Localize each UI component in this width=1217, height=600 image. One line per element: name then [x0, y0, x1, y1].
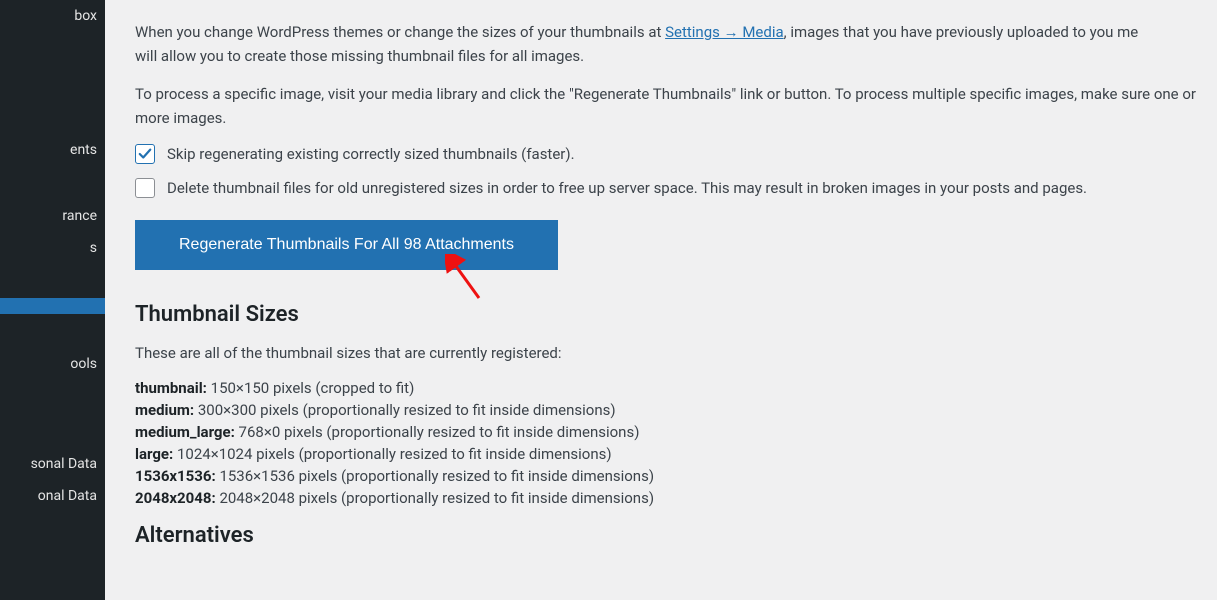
sidebar-item[interactable]: box [0, 0, 105, 32]
thumbnail-size-name: 1536x1536: [135, 467, 216, 485]
thumbnail-size-row: medium_large: 768×0 pixels (proportional… [135, 423, 1217, 441]
thumbnail-size-desc: 1024×1024 pixels (proportionally resized… [173, 445, 611, 463]
intro-paragraph-2: To process a specific image, visit your … [135, 82, 1217, 130]
sidebar-item[interactable]: sonal Data [0, 448, 105, 480]
app-root: box ents rances ools sonal Dataonal Data Whe… [0, 0, 1217, 600]
thumbnail-size-desc: 1536×1536 pixels (proportionally resized… [216, 467, 654, 485]
sidebar-gap [0, 100, 105, 134]
intro-text-1c: will allow you to create those missing t… [135, 47, 584, 65]
sidebar-gap [0, 314, 105, 348]
sidebar-item[interactable]: ools [0, 348, 105, 380]
sidebar-gap [0, 32, 105, 66]
intro-text-1a: When you change WordPress themes or chan… [135, 23, 665, 41]
thumbnail-size-name: medium: [135, 401, 194, 419]
thumbnail-size-name: thumbnail: [135, 379, 207, 397]
thumbnail-size-row: 1536x1536: 1536×1536 pixels (proportiona… [135, 467, 1217, 485]
sidebar-list: box ents rances ools sonal Dataonal Data [0, 0, 105, 512]
checkbox-skip-label: Skip regenerating existing correctly siz… [167, 145, 575, 163]
checkbox-delete[interactable] [135, 178, 155, 198]
thumbnail-size-row: 2048x2048: 2048×2048 pixels (proportiona… [135, 489, 1217, 507]
thumbnail-size-row: large: 1024×1024 pixels (proportionally … [135, 445, 1217, 463]
settings-media-link[interactable]: Settings → Media [665, 23, 784, 41]
sidebar-item[interactable] [0, 298, 105, 314]
sidebar-gap [0, 380, 105, 414]
thumbnail-size-desc: 150×150 pixels (cropped to fit) [207, 379, 414, 397]
main-content: When you change WordPress themes or chan… [105, 0, 1217, 600]
thumbnail-size-name: medium_large: [135, 423, 235, 441]
thumbnail-size-desc: 2048×2048 pixels (proportionally resized… [216, 489, 654, 507]
checkbox-skip[interactable] [135, 144, 155, 164]
thumbnail-sizes-list: thumbnail: 150×150 pixels (cropped to fi… [135, 379, 1217, 507]
thumbnail-size-row: thumbnail: 150×150 pixels (cropped to fi… [135, 379, 1217, 397]
intro-paragraph-1: When you change WordPress themes or chan… [135, 20, 1217, 68]
checkbox-delete-row: Delete thumbnail files for old unregiste… [135, 178, 1217, 198]
thumbnail-size-row: medium: 300×300 pixels (proportionally r… [135, 401, 1217, 419]
sidebar-item[interactable]: ents [0, 134, 105, 166]
sidebar-item[interactable]: rance [0, 200, 105, 232]
checkbox-delete-label: Delete thumbnail files for old unregiste… [167, 179, 1087, 197]
sidebar-gap [0, 66, 105, 100]
thumbnail-size-desc: 300×300 pixels (proportionally resized t… [194, 401, 615, 419]
thumbnail-sizes-intro: These are all of the thumbnail sizes tha… [135, 341, 1217, 365]
sidebar-gap [0, 166, 105, 200]
sidebar-item[interactable]: onal Data [0, 480, 105, 512]
thumbnail-sizes-heading: Thumbnail Sizes [135, 302, 1217, 327]
regenerate-all-button[interactable]: Regenerate Thumbnails For All 98 Attachm… [135, 220, 558, 270]
thumbnail-size-name: large: [135, 445, 173, 463]
admin-sidebar: box ents rances ools sonal Dataonal Data [0, 0, 105, 600]
alternatives-heading: Alternatives [135, 523, 1217, 548]
sidebar-gap [0, 264, 105, 298]
intro-text-1b: , images that you have previously upload… [784, 23, 1139, 41]
sidebar-item[interactable]: s [0, 232, 105, 264]
sidebar-gap [0, 414, 105, 448]
thumbnail-size-name: 2048x2048: [135, 489, 216, 507]
thumbnail-size-desc: 768×0 pixels (proportionally resized to … [235, 423, 640, 441]
checkbox-skip-row: Skip regenerating existing correctly siz… [135, 144, 1217, 164]
check-icon [138, 147, 152, 161]
